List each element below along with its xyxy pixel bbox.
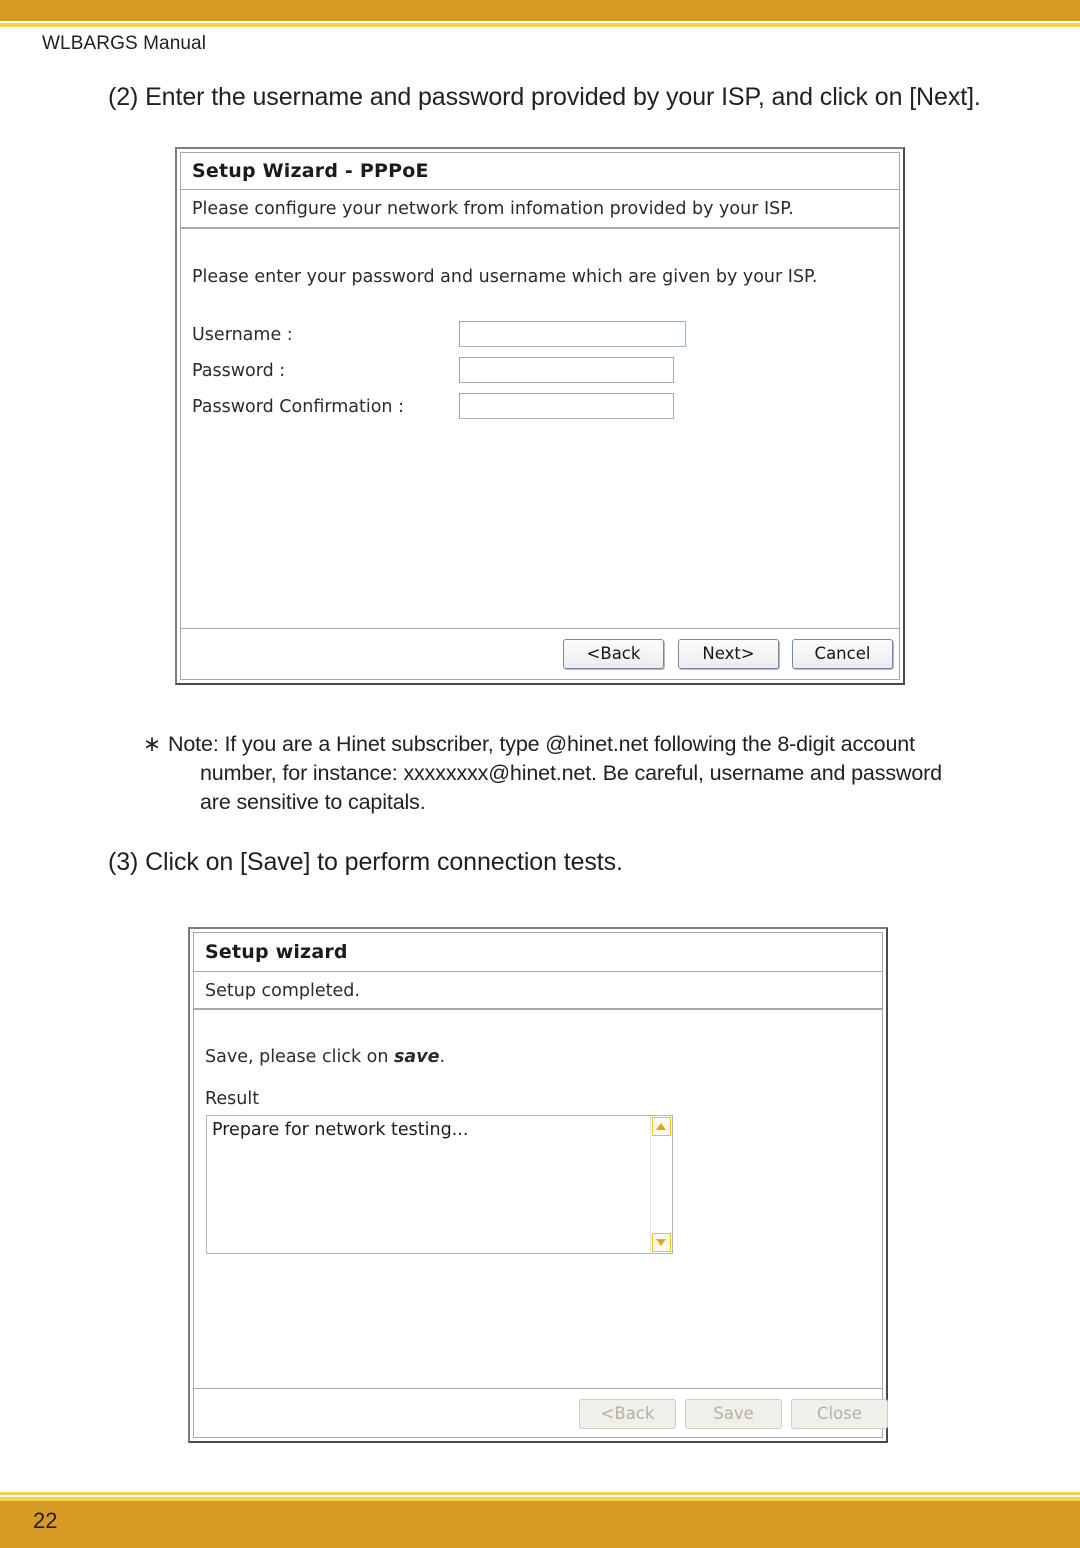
save-hint-prefix: Save, please click on (205, 1047, 395, 1067)
back-button[interactable]: <Back (579, 1399, 676, 1429)
cancel-button[interactable]: Cancel (792, 639, 893, 669)
note-line-two: number, for instance: xxxxxxxx@hinet.net… (200, 761, 942, 785)
result-scrollbar[interactable] (650, 1116, 672, 1253)
password-confirmation-input[interactable] (459, 393, 674, 419)
dialog-subtitle-pppoe: Please configure your network from infom… (181, 190, 899, 229)
result-text-line: Prepare for network testing... (212, 1120, 469, 1140)
dialog-title-pppoe: Setup Wizard - PPPoE (181, 153, 899, 190)
footer-accent-band (0, 1501, 1080, 1548)
hinet-note-block: ∗ Note: If you are a Hinet subscriber, t… (143, 730, 988, 817)
password-input[interactable] (459, 357, 674, 383)
save-hint-text: Save, please click on save. (205, 1047, 445, 1067)
manual-page: WLBARGS Manual (2) Enter the username an… (0, 0, 1080, 1548)
header-rule-white-lower (0, 27, 1080, 29)
note-line-one: Note: If you are a Hinet subscriber, typ… (168, 732, 915, 756)
result-label: Result (205, 1089, 260, 1109)
close-button[interactable]: Close (791, 1399, 888, 1429)
pppoe-intro-text: Please enter your password and username … (192, 267, 818, 287)
dialog-subtitle-setup-wizard: Setup completed. (194, 972, 882, 1010)
setup-wizard-result-dialog: Setup wizard Setup completed. Save, plea… (188, 927, 888, 1443)
header-accent-band (0, 0, 1080, 21)
save-hint-suffix: . (439, 1047, 446, 1067)
label-password: Password : (192, 361, 286, 381)
step-two-text: (2) Enter the username and password prov… (108, 83, 981, 111)
username-input[interactable] (459, 321, 686, 347)
step-three-text: (3) Click on [Save] to perform connectio… (108, 848, 623, 876)
dialog-body-setup-wizard: Save, please click on save. Result Prepa… (194, 1012, 882, 1388)
scroll-down-arrow-icon[interactable] (652, 1233, 671, 1252)
save-hint-emphasis: save (394, 1047, 440, 1067)
label-username: Username : (192, 325, 293, 345)
dialog-inner-frame: Setup wizard Setup completed. Save, plea… (193, 932, 888, 1438)
note-asterisk-icon: ∗ (143, 732, 161, 756)
dialog-body-pppoe: Please enter your password and username … (181, 231, 899, 628)
next-button[interactable]: Next> (678, 639, 779, 669)
label-password-confirmation: Password Confirmation : (192, 397, 404, 417)
scroll-up-arrow-icon[interactable] (652, 1117, 671, 1136)
page-number: 22 (33, 1508, 58, 1533)
note-line-three: are sensitive to capitals. (200, 790, 426, 814)
dialog-footer-setup-wizard: <Back Save Close (194, 1388, 888, 1437)
save-button[interactable]: Save (685, 1399, 782, 1429)
result-textarea[interactable]: Prepare for network testing... (206, 1115, 673, 1254)
back-button[interactable]: <Back (563, 639, 664, 669)
dialog-title-setup-wizard: Setup wizard (194, 933, 882, 972)
dialog-inner-frame: Setup Wizard - PPPoE Please configure yo… (180, 152, 900, 680)
setup-wizard-pppoe-dialog: Setup Wizard - PPPoE Please configure yo… (175, 147, 905, 685)
running-head: WLBARGS Manual (42, 33, 207, 54)
dialog-footer-pppoe: <Back Next> Cancel (181, 628, 899, 679)
